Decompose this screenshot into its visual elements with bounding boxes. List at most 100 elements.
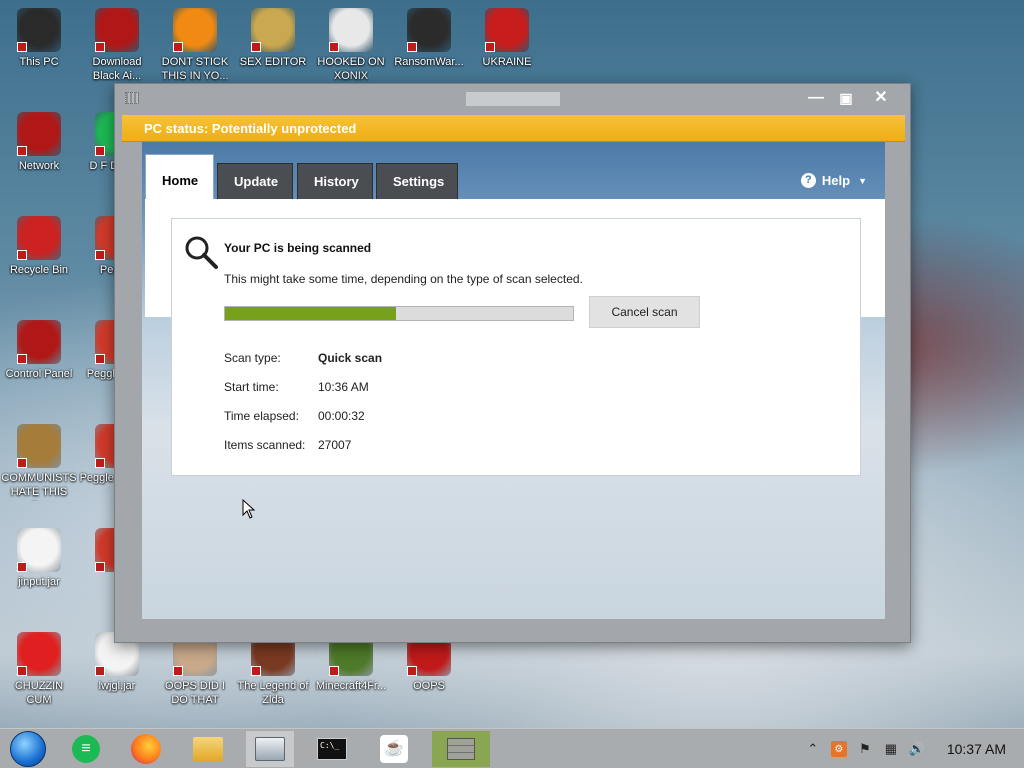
desktop-shortcut[interactable]: RansomWar... (391, 8, 467, 69)
radiation-icon (485, 8, 529, 52)
desktop-shortcut-label: OOPS (413, 680, 445, 692)
scan-heading: Your PC is being scanned (224, 241, 372, 255)
shortcut-arrow-icon (173, 666, 183, 676)
shortcut-arrow-icon (95, 250, 105, 260)
file-explorer-icon[interactable] (184, 731, 232, 767)
pc-status-text: PC status: Potentially unprotected (144, 121, 357, 136)
cancel-scan-button[interactable]: Cancel scan (589, 296, 700, 328)
shortcut-arrow-icon (17, 666, 27, 676)
desktop-shortcut[interactable]: Download Black Ai... (79, 8, 155, 83)
desktop-shortcut-label: This PC (19, 56, 59, 68)
notes-app-icon[interactable]: ≡ (62, 731, 110, 767)
scan-progress-bar (224, 306, 574, 321)
shortcut-arrow-icon (173, 42, 183, 52)
scan-detail-key: Items scanned: (224, 438, 306, 452)
desktop-shortcut[interactable]: jinput.jar (1, 528, 77, 589)
desktop-shortcut[interactable]: The Legend of Zlda (235, 632, 311, 707)
firefox-icon[interactable] (122, 731, 170, 767)
desktop-shortcut[interactable]: Recycle Bin (1, 216, 77, 277)
shortcut-arrow-icon (407, 666, 417, 676)
defender-window: Windows Defender — ▣ ✕ PC status: Potent… (114, 83, 911, 643)
chevron-up-icon[interactable]: ⌃ (805, 741, 821, 757)
help-label: Help (821, 173, 851, 188)
help-menu[interactable]: ? Help ▼ (800, 173, 867, 188)
desktop-shortcut[interactable]: CHUZZIN CUM (1, 632, 77, 707)
close-button[interactable]: ✕ (866, 87, 896, 109)
defender-icon[interactable] (246, 731, 294, 767)
monitor-icon (17, 8, 61, 52)
tab-settings[interactable]: Settings (376, 163, 458, 199)
tab-update[interactable]: Update (217, 163, 293, 199)
control-panel-icon (17, 320, 61, 364)
desktop-shortcut[interactable]: HOOKED ON XONIX (313, 8, 389, 83)
shortcut-arrow-icon (95, 458, 105, 468)
desktop-shortcut-label: Minecraft4Fr... (315, 680, 387, 692)
title-bar[interactable]: Windows Defender — ▣ ✕ (115, 84, 910, 114)
pc-status-bar: PC status: Potentially unprotected (122, 115, 905, 142)
desktop-shortcut-label: DONT STICK THIS IN YO... (161, 56, 229, 82)
minimize-button[interactable]: — (801, 87, 831, 109)
desktop-shortcut[interactable]: This PC (1, 8, 77, 69)
chuzzle-icon (17, 632, 61, 676)
desktop-shortcut[interactable]: Network (1, 112, 77, 173)
scan-detail-value: Quick scan (318, 351, 383, 365)
hxd-icon (251, 8, 295, 52)
scan-detail-value: 00:00:32 (318, 409, 365, 423)
wall-app-icon[interactable] (432, 731, 490, 767)
scan-card: Your PC is being scanned This might take… (171, 218, 861, 476)
tray-app-icon[interactable]: ⚙ (830, 741, 847, 757)
scan-detail-key: Time elapsed: (224, 409, 299, 423)
shortcut-arrow-icon (485, 42, 495, 52)
help-icon: ? (800, 173, 816, 188)
desktop-shortcut[interactable]: UKRAINE (469, 8, 545, 69)
skull-icon (407, 8, 451, 52)
system-tray: ⌃ ⚙ ⚑ ▦ 🔊 10:37 AM (805, 729, 1006, 768)
tab-history[interactable]: History (297, 163, 373, 199)
desktop-shortcut-label: Control Panel (5, 368, 73, 380)
scan-detail-key: Scan type: (224, 351, 281, 365)
desktop-shortcut[interactable]: Control Panel (1, 320, 77, 381)
desktop-shortcut[interactable]: DONT STICK THIS IN YO... (157, 8, 233, 83)
scan-subtext: This might take some time, depending on … (224, 272, 583, 286)
volume-icon[interactable]: 🔊 (909, 741, 925, 757)
tab-home[interactable]: Home (145, 154, 214, 200)
scan-detail-value: 27007 (318, 438, 352, 452)
shortcut-arrow-icon (17, 42, 27, 52)
shortcut-arrow-icon (95, 354, 105, 364)
shortcut-arrow-icon (95, 666, 105, 676)
desktop-shortcut-label: HOOKED ON XONIX (317, 56, 385, 82)
desktop-shortcut-label: RansomWar... (394, 56, 464, 68)
shortcut-arrow-icon (17, 562, 27, 572)
scan-details: Scan type: Quick scan Start time: 10:36 AM T… (224, 351, 382, 467)
red-orb-icon (95, 8, 139, 52)
shortcut-arrow-icon (17, 458, 27, 468)
maximize-button[interactable]: ▣ (831, 87, 861, 109)
desktop-shortcut[interactable]: COMMUNISTS HATE THIS G... (1, 424, 77, 501)
desktop-shortcut[interactable]: SEX EDITOR (235, 8, 311, 69)
vlc-cone-icon (173, 8, 217, 52)
start-orb-icon[interactable] (4, 731, 52, 767)
shortcut-arrow-icon (329, 666, 339, 676)
xonix-icon (329, 8, 373, 52)
desktop-shortcut-label: Download Black Ai... (92, 56, 142, 82)
shortcut-arrow-icon (251, 42, 261, 52)
desktop-shortcut-label: jinput.jar (18, 576, 60, 588)
shortcut-arrow-icon (95, 42, 105, 52)
network-icon[interactable]: ▦ (883, 741, 899, 757)
shortcut-arrow-icon (17, 250, 27, 260)
trash-icon (17, 216, 61, 260)
desktop-shortcut-label: CHUZZIN CUM (14, 680, 64, 706)
java-icon (17, 528, 61, 572)
magnifier-icon (185, 236, 218, 269)
flag-icon[interactable]: ⚑ (857, 741, 873, 757)
desktop-shortcut-label: COMMUNISTS HATE THIS G... (1, 472, 77, 501)
terminal-icon[interactable]: C:\_ (308, 731, 356, 767)
home-panel: Your PC is being scanned This might take… (145, 199, 885, 619)
desktop-shortcut[interactable]: OOPS DID I DO THAT (157, 632, 233, 707)
shortcut-arrow-icon (95, 562, 105, 572)
scan-detail-row: Items scanned: 27007 (224, 438, 382, 467)
app-icon (125, 92, 139, 104)
java-icon[interactable]: ☕ (370, 731, 418, 767)
shortcut-arrow-icon (329, 42, 339, 52)
clock[interactable]: 10:37 AM (947, 741, 1006, 757)
